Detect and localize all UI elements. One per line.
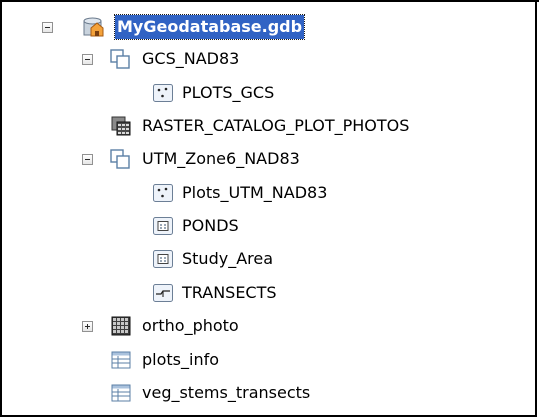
tree-node-gcs-nad83[interactable]: GCS_NAD83 [2,46,539,72]
panel-top-border [2,0,539,2]
node-label[interactable]: ortho_photo [142,313,239,339]
tree-node-utm-zone6-nad83[interactable]: UTM_Zone6_NAD83 [2,146,539,172]
node-label[interactable]: UTM_Zone6_NAD83 [142,146,300,172]
node-label[interactable]: Study_Area [182,246,273,272]
polygon-feature-class-icon [153,250,173,268]
node-label[interactable]: PONDS [182,213,239,239]
table-icon [111,384,131,402]
node-label[interactable]: GCS_NAD83 [142,46,239,72]
collapse-toggle[interactable] [82,54,93,65]
point-feature-class-icon [153,84,173,102]
node-label[interactable]: plots_info [142,347,219,373]
tree-node-plots-info[interactable]: plots_info [2,347,539,373]
polygon-feature-class-icon [153,217,173,235]
root-label[interactable]: MyGeodatabase.gdb [113,14,306,40]
tree-node-ortho-photo[interactable]: ortho_photo [2,313,539,339]
tree-node-root[interactable]: MyGeodatabase.gdb [2,14,539,40]
tree-node-plots-gcs[interactable]: PLOTS_GCS [2,80,539,106]
expand-toggle[interactable] [82,321,93,332]
feature-dataset-icon [110,149,130,169]
geodatabase-icon [83,17,104,37]
catalog-tree-panel: MyGeodatabase.gdb GCS_NAD83 PLOTS_GCS RA… [0,0,539,417]
tree-node-raster-catalog[interactable]: RASTER_CATALOG_PLOT_PHOTOS [2,113,539,139]
node-label[interactable]: TRANSECTS [182,280,277,306]
line-feature-class-icon [153,284,173,302]
node-label[interactable]: veg_stems_transects [142,380,310,406]
node-label[interactable]: PLOTS_GCS [182,80,274,106]
collapse-toggle[interactable] [42,22,53,33]
table-icon [111,351,131,369]
raster-dataset-icon [111,316,131,336]
tree-node-transects[interactable]: TRANSECTS [2,280,539,306]
tree-node-veg-stems-transects[interactable]: veg_stems_transects [2,380,539,406]
tree-node-study-area[interactable]: Study_Area [2,246,539,272]
tree-node-plots-utm-nad83[interactable]: Plots_UTM_NAD83 [2,180,539,206]
node-label[interactable]: RASTER_CATALOG_PLOT_PHOTOS [142,113,409,139]
raster-catalog-icon [111,116,131,136]
point-feature-class-icon [153,184,173,202]
node-label[interactable]: Plots_UTM_NAD83 [182,180,327,206]
feature-dataset-icon [110,49,130,69]
tree-node-ponds[interactable]: PONDS [2,213,539,239]
collapse-toggle[interactable] [82,154,93,165]
